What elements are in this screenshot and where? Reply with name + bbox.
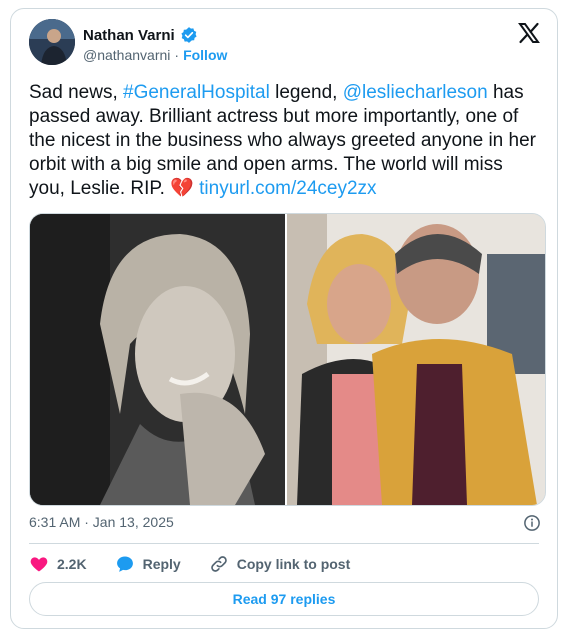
author-name[interactable]: Nathan Varni bbox=[83, 27, 175, 44]
divider bbox=[29, 543, 539, 544]
photo-left[interactable] bbox=[30, 214, 285, 505]
copy-link-action[interactable]: Copy link to post bbox=[209, 554, 351, 574]
avatar[interactable] bbox=[29, 19, 75, 65]
broken-heart-emoji: 💔 bbox=[170, 178, 194, 199]
reply-label: Reply bbox=[142, 556, 181, 572]
photo-right[interactable] bbox=[287, 214, 545, 505]
link-icon bbox=[210, 556, 227, 572]
author-handle[interactable]: @nathanvarni bbox=[83, 47, 170, 63]
author-handle-row: @nathanvarni · Follow bbox=[83, 47, 227, 63]
bw-portrait-image bbox=[30, 214, 285, 505]
copy-link-label: Copy link to post bbox=[236, 556, 351, 572]
reply-bubble-icon bbox=[116, 556, 133, 572]
url-link[interactable]: tinyurl.com/24cey2zx bbox=[199, 178, 376, 199]
reply-action[interactable]: Reply bbox=[115, 554, 181, 574]
separator-dot: · bbox=[174, 47, 180, 63]
action-bar: 2.2K Reply Copy link to post bbox=[29, 554, 378, 574]
text-segment: Sad news, bbox=[29, 82, 123, 103]
hashtag-link[interactable]: #GeneralHospital bbox=[123, 82, 270, 103]
x-logo-icon[interactable] bbox=[517, 21, 541, 45]
post-timestamp[interactable]: 6:31 AM · Jan 13, 2025 bbox=[29, 514, 174, 530]
like-action[interactable]: 2.2K bbox=[29, 554, 87, 574]
read-replies-button[interactable]: Read 97 replies bbox=[29, 582, 539, 616]
text-segment: legend, bbox=[269, 82, 343, 103]
info-icon[interactable] bbox=[523, 514, 541, 532]
post-card: Nathan Varni @nathanvarni · Follow Sad n… bbox=[10, 8, 558, 629]
author-name-row: Nathan Varni bbox=[83, 26, 198, 44]
heart-icon bbox=[30, 557, 48, 572]
verified-badge-icon bbox=[181, 27, 197, 43]
avatar-image bbox=[29, 19, 75, 65]
like-count: 2.2K bbox=[57, 556, 87, 572]
post-text: Sad news, #GeneralHospital legend, @lesl… bbox=[29, 81, 541, 201]
color-couple-image bbox=[287, 214, 545, 505]
follow-button[interactable]: Follow bbox=[183, 47, 227, 63]
mention-link[interactable]: @lesliecharleson bbox=[343, 82, 488, 103]
media-grid bbox=[29, 213, 546, 506]
